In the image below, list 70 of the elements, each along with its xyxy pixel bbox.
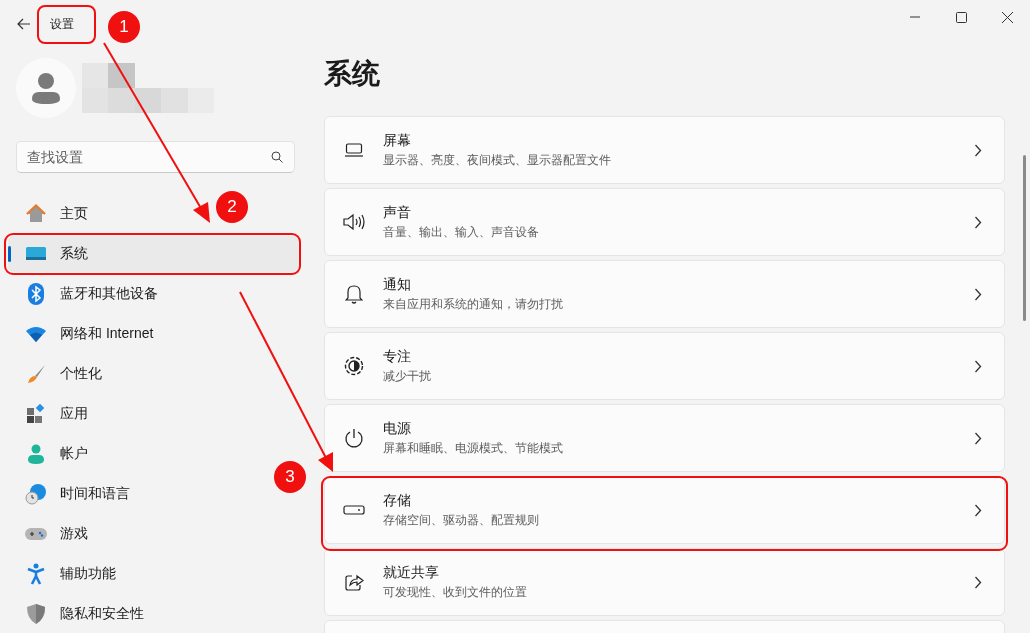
bell-icon xyxy=(345,284,363,304)
card-description: 音量、输出、输入、声音设备 xyxy=(383,223,540,241)
settings-card[interactable]: 屏幕 显示器、亮度、夜间模式、显示器配置文件 xyxy=(324,116,1005,184)
apps-icon xyxy=(26,404,46,424)
nav-item[interactable]: 主页 xyxy=(8,196,96,232)
wifi-icon xyxy=(26,326,46,342)
chevron-right-icon xyxy=(974,287,982,301)
highlight-frame xyxy=(37,5,96,44)
power-icon xyxy=(344,428,364,448)
nav-item[interactable]: 网络和 Internet xyxy=(8,316,162,352)
chevron-right-icon xyxy=(974,575,982,589)
step-badge: 2 xyxy=(216,191,248,223)
monitor-icon xyxy=(26,246,46,262)
bluetooth-icon xyxy=(28,283,44,305)
share-icon xyxy=(344,572,364,592)
card-title: 存储 xyxy=(383,491,412,510)
nav-item[interactable]: 帐户 xyxy=(8,436,96,472)
page-title: 系统 xyxy=(324,57,381,91)
chevron-right-icon xyxy=(974,359,982,373)
chevron-right-icon xyxy=(974,431,982,445)
nav-item[interactable]: 游戏 xyxy=(8,516,96,552)
card-title: 屏幕 xyxy=(383,131,412,150)
back-arrow-icon xyxy=(17,18,31,30)
settings-card[interactable]: 存储 存储空间、驱动器、配置规则 xyxy=(324,476,1005,544)
house-icon xyxy=(26,204,46,224)
settings-card[interactable]: 电源 屏幕和睡眠、电源模式、节能模式 xyxy=(324,404,1005,472)
nav-item[interactable]: 系统 xyxy=(8,236,298,272)
card-description: 来自应用和系统的通知，请勿打扰 xyxy=(383,295,564,313)
selection-indicator xyxy=(8,246,11,262)
card-description: 显示器、亮度、夜间模式、显示器配置文件 xyxy=(383,151,612,169)
card-title: 就近共享 xyxy=(383,563,440,582)
focus-icon xyxy=(344,356,364,376)
chevron-right-icon xyxy=(974,143,982,157)
window-title: 设置 xyxy=(50,15,74,33)
settings-card[interactable]: 专注 减少干扰 xyxy=(324,332,1005,400)
step-badge: 3 xyxy=(274,461,306,493)
card-description: 可发现性、收到文件的位置 xyxy=(383,583,528,601)
globe-clock-icon xyxy=(25,483,47,505)
laptop-icon xyxy=(344,142,364,158)
card-title: 电源 xyxy=(383,419,412,438)
maximize-icon xyxy=(955,11,967,23)
chevron-right-icon xyxy=(974,503,982,517)
close-icon xyxy=(1001,11,1013,23)
search-icon xyxy=(271,151,283,163)
gamepad-icon xyxy=(25,526,47,542)
settings-card[interactable]: 声音 音量、输出、输入、声音设备 xyxy=(324,188,1005,256)
settings-card[interactable]: 就近共享 可发现性、收到文件的位置 xyxy=(324,548,1005,616)
nav-item[interactable]: 辅助功能 xyxy=(8,556,124,592)
person-icon xyxy=(27,444,45,464)
scrollbar[interactable] xyxy=(1023,155,1026,321)
shield-icon xyxy=(27,604,45,624)
search-field[interactable]: 查找设置 xyxy=(16,141,295,173)
minimize-icon xyxy=(910,16,920,18)
chevron-right-icon xyxy=(974,215,982,229)
nav-item[interactable]: 个性化 xyxy=(8,356,110,392)
nav-item[interactable]: 隐私和安全性 xyxy=(8,596,152,632)
speaker-icon xyxy=(343,213,365,231)
card-title: 声音 xyxy=(383,203,412,222)
card-description: 屏幕和睡眠、电源模式、节能模式 xyxy=(383,439,564,457)
nav-item[interactable]: 时间和语言 xyxy=(8,476,138,512)
card-title: 通知 xyxy=(383,275,412,294)
nav-item[interactable]: 应用 xyxy=(8,396,96,432)
step-badge: 1 xyxy=(108,11,140,43)
accessibility-icon xyxy=(27,563,45,585)
drive-icon xyxy=(343,505,365,515)
card-title: 专注 xyxy=(383,347,412,366)
card-description: 存储空间、驱动器、配置规则 xyxy=(383,511,540,529)
settings-card[interactable]: 通知 来自应用和系统的通知，请勿打扰 xyxy=(324,260,1005,328)
card-description: 减少干扰 xyxy=(383,367,432,385)
nav-item[interactable]: 蓝牙和其他设备 xyxy=(8,276,166,312)
